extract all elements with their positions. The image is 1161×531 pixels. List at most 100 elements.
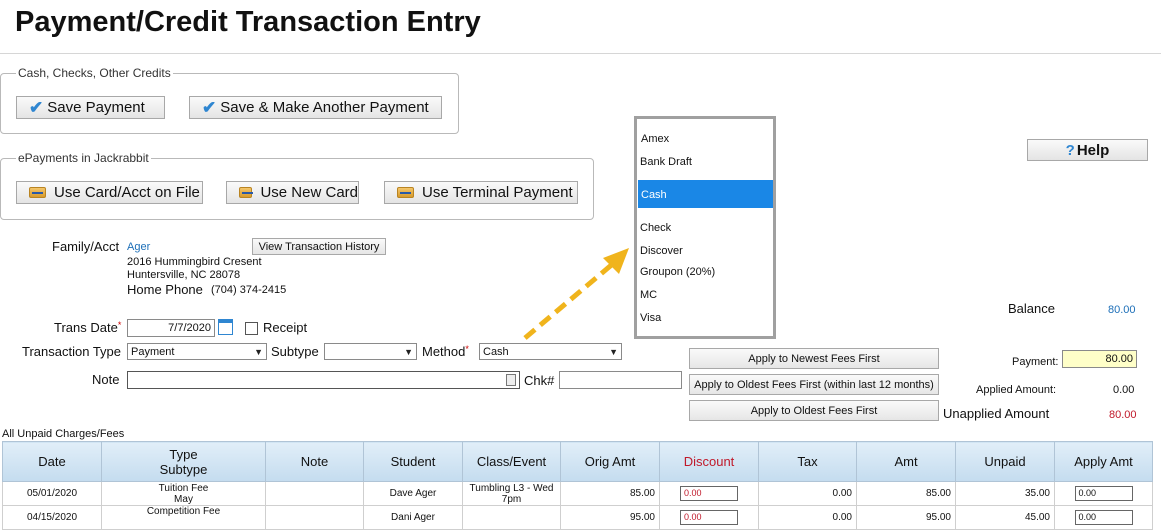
cell-orig-amt: 85.00 xyxy=(560,481,660,506)
col-note[interactable]: Note xyxy=(265,441,364,482)
discount-input[interactable]: 0.00 xyxy=(680,486,738,501)
balance-label: Balance xyxy=(1008,301,1055,316)
epayments-legend: ePayments in Jackrabbit xyxy=(16,151,151,165)
save-payment-button[interactable]: ✔ Save Payment xyxy=(16,96,165,119)
subtype-select[interactable]: ▼ xyxy=(324,343,417,360)
payment-label: Payment: xyxy=(1012,356,1059,368)
col-type-label: Type xyxy=(169,446,198,462)
applied-amount-value: 0.00 xyxy=(1113,384,1135,396)
transaction-type-select[interactable]: Payment ▼ xyxy=(127,343,267,360)
title-divider xyxy=(0,53,1161,54)
col-student[interactable]: Student xyxy=(363,441,463,482)
cell-orig-amt: 95.00 xyxy=(560,505,660,530)
col-type-subtype[interactable]: Type Subtype xyxy=(101,441,266,482)
view-transaction-history-button[interactable]: View Transaction History xyxy=(252,238,386,255)
receipt-checkbox[interactable] xyxy=(245,322,258,335)
col-date[interactable]: Date xyxy=(2,441,102,482)
col-class-event[interactable]: Class/Event xyxy=(462,441,561,482)
use-card-on-file-button[interactable]: Use Card/Acct on File xyxy=(16,181,203,204)
cell-unpaid: 45.00 xyxy=(955,505,1055,530)
help-button[interactable]: ? Help xyxy=(1027,139,1148,161)
cell-student: Dani Ager xyxy=(363,505,463,530)
payment-amount-input[interactable]: 80.00 xyxy=(1062,350,1137,368)
cell-date: 04/15/2020 xyxy=(2,505,102,530)
apply-amt-input[interactable]: 0.00 xyxy=(1074,486,1133,501)
calendar-icon[interactable] xyxy=(218,319,233,335)
method-options-list[interactable]: Amex Bank Draft Cash Check Discover Grou… xyxy=(634,116,776,339)
discount-input[interactable]: 0.00 xyxy=(680,510,738,525)
note-expand-icon[interactable] xyxy=(506,374,516,386)
transaction-type-label: Transaction Type xyxy=(22,344,121,359)
balance-value: 80.00 xyxy=(1108,304,1136,316)
checkmark-icon: ✔ xyxy=(202,97,217,117)
address-line-2: Huntersville, NC 28078 xyxy=(127,269,241,281)
cell-class-event xyxy=(462,505,561,530)
method-label: Method* xyxy=(422,344,469,359)
apply-oldest-fees-12mo-button[interactable]: Apply to Oldest Fees First (within last … xyxy=(689,374,939,395)
credit-card-icon xyxy=(397,187,414,198)
family-name-link[interactable]: Ager xyxy=(127,241,150,253)
trans-date-input[interactable]: 7/7/2020 xyxy=(127,319,215,337)
chevron-down-icon: ▼ xyxy=(254,346,263,357)
cell-student: Dave Ager xyxy=(363,481,463,506)
cell-type: Tuition Fee xyxy=(158,482,209,494)
method-option-amex[interactable]: Amex xyxy=(641,133,669,145)
chk-label: Chk# xyxy=(524,373,555,388)
applied-amount-label: Applied Amount: xyxy=(976,384,1057,396)
apply-newest-fees-button[interactable]: Apply to Newest Fees First xyxy=(689,348,939,369)
subtype-label: Subtype xyxy=(271,344,319,359)
method-option-groupon[interactable]: Groupon (20%) xyxy=(640,266,715,278)
charges-caption: All Unpaid Charges/Fees xyxy=(2,428,125,440)
col-apply-amt[interactable]: Apply Amt xyxy=(1054,441,1153,482)
chevron-down-icon: ▼ xyxy=(609,346,618,357)
table-header-row: Date Type Subtype Note Student Class/Even… xyxy=(2,441,1153,482)
cell-discount: 0.00 xyxy=(659,505,759,530)
home-phone-value: (704) 374-2415 xyxy=(211,284,287,296)
cell-tax: 0.00 xyxy=(758,481,857,506)
home-phone-label: Home Phone xyxy=(127,282,203,297)
credit-card-icon xyxy=(29,187,46,198)
table-row: 04/15/2020 Competition Fee Dani Ager 95.… xyxy=(2,505,1153,530)
note-label: Note xyxy=(92,372,120,387)
cell-note xyxy=(265,505,364,530)
cell-amt: 95.00 xyxy=(856,505,956,530)
unpaid-charges-table: Date Type Subtype Note Student Class/Even… xyxy=(2,441,1153,530)
cash-credits-legend: Cash, Checks, Other Credits xyxy=(16,66,173,80)
credit-card-icon xyxy=(239,187,254,198)
note-input[interactable] xyxy=(127,371,520,389)
cell-class-event: Tumbling L3 - Wed 7pm xyxy=(462,481,561,506)
col-subtype-label: Subtype xyxy=(159,461,208,477)
chevron-down-icon: ▼ xyxy=(404,346,413,357)
receipt-label: Receipt xyxy=(263,320,308,335)
trans-date-label: Trans Date* xyxy=(54,320,122,335)
method-option-bank-draft[interactable]: Bank Draft xyxy=(640,156,692,168)
col-discount[interactable]: Discount xyxy=(659,441,759,482)
unapplied-amount-label: Unapplied Amount xyxy=(943,406,1050,421)
method-select[interactable]: Cash ▼ xyxy=(479,343,622,360)
unapplied-amount-value: 80.00 xyxy=(1109,409,1137,421)
cell-unpaid: 35.00 xyxy=(955,481,1055,506)
col-unpaid[interactable]: Unpaid xyxy=(955,441,1055,482)
apply-amt-input[interactable]: 0.00 xyxy=(1074,510,1133,525)
cell-note xyxy=(265,481,364,506)
col-orig-amt[interactable]: Orig Amt xyxy=(560,441,660,482)
use-new-card-button[interactable]: Use New Card xyxy=(226,181,359,204)
cell-date: 05/01/2020 xyxy=(2,481,102,506)
question-icon: ? xyxy=(1065,141,1075,159)
card-on-file-label: Use Card/Acct on File xyxy=(54,184,200,201)
new-card-label: Use New Card xyxy=(260,184,358,201)
apply-oldest-fees-button[interactable]: Apply to Oldest Fees First xyxy=(689,400,939,421)
family-acct-label: Family/Acct xyxy=(52,239,120,254)
terminal-label: Use Terminal Payment xyxy=(422,184,573,201)
cell-discount: 0.00 xyxy=(659,481,759,506)
save-another-payment-button[interactable]: ✔ Save & Make Another Payment xyxy=(189,96,442,119)
check-number-input[interactable] xyxy=(559,371,682,389)
col-tax[interactable]: Tax xyxy=(758,441,857,482)
col-amt[interactable]: Amt xyxy=(856,441,956,482)
method-option-cash[interactable]: Cash xyxy=(638,180,773,208)
method-value: Cash xyxy=(483,345,509,358)
use-terminal-payment-button[interactable]: Use Terminal Payment xyxy=(384,181,578,204)
method-option-discover[interactable]: Discover xyxy=(640,245,683,257)
help-label: Help xyxy=(1076,141,1110,159)
cell-type-subtype: Tuition Fee May xyxy=(101,481,266,506)
